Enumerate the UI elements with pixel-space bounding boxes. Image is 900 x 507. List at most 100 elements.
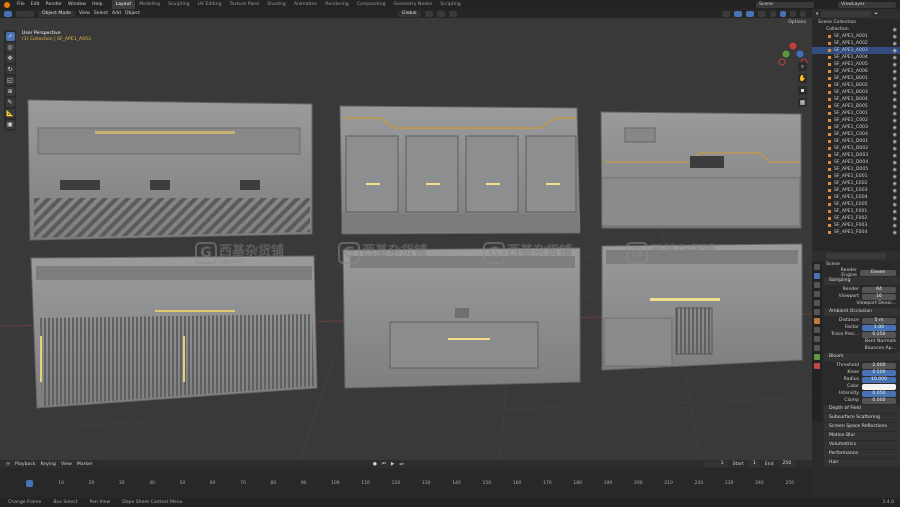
tab-texture-paint[interactable]: Texture Paint bbox=[226, 0, 264, 9]
tool-tab-icon[interactable] bbox=[814, 264, 820, 270]
record-icon[interactable]: ● bbox=[373, 462, 377, 467]
outliner-object-row[interactable]: SF_APE1_F004 ◉ bbox=[812, 229, 900, 236]
section-collapsed[interactable]: Depth of Field bbox=[824, 405, 900, 413]
outliner-object-row[interactable]: SF_APE1_F001 ◉ bbox=[812, 208, 900, 215]
data-tab-icon[interactable] bbox=[814, 354, 820, 360]
bounces-checkbox[interactable]: Bounces Ap... bbox=[865, 346, 896, 351]
scene-tab-icon[interactable] bbox=[814, 300, 820, 306]
menu-file[interactable]: File bbox=[14, 2, 28, 7]
tab-layout[interactable]: Layout bbox=[111, 0, 136, 9]
section-collapsed[interactable]: Screen Space Reflections bbox=[824, 423, 900, 431]
section-bloom[interactable]: Bloom bbox=[824, 353, 900, 361]
shading-material-icon[interactable] bbox=[790, 10, 796, 17]
outliner-object-row[interactable]: SF_APE1_E001 ◉ bbox=[812, 173, 900, 180]
pivot-icon[interactable] bbox=[424, 10, 433, 17]
blender-logo-icon[interactable] bbox=[4, 1, 10, 8]
physics-tab-icon[interactable] bbox=[814, 336, 820, 342]
material-tab-icon[interactable] bbox=[814, 363, 820, 369]
playhead[interactable] bbox=[26, 480, 33, 487]
end-frame-field[interactable]: 250 bbox=[778, 461, 796, 467]
outliner-object-row[interactable]: SF_APE1_B004 ◉ bbox=[812, 96, 900, 103]
scene-selector[interactable]: Scene bbox=[756, 1, 814, 8]
filter-funnel-icon[interactable]: ⏷ bbox=[874, 11, 878, 17]
menu-marker[interactable]: Marker bbox=[77, 462, 93, 467]
visibility-icon[interactable] bbox=[722, 10, 730, 17]
select-mode-icon[interactable] bbox=[16, 10, 34, 17]
bloom-knee-field[interactable]: 0.500 bbox=[862, 369, 896, 376]
render-engine-dropdown[interactable]: Eevee bbox=[860, 269, 896, 276]
tab-uv-editing[interactable]: UV Editing bbox=[194, 0, 226, 9]
current-frame-field[interactable]: 1 bbox=[703, 461, 728, 467]
view-layer-tab-icon[interactable] bbox=[814, 291, 820, 297]
bloom-intensity-field[interactable]: 0.050 bbox=[862, 390, 896, 397]
tab-geometry-nodes[interactable]: Geometry Nodes bbox=[390, 0, 437, 9]
menu-object[interactable]: Object bbox=[125, 11, 140, 16]
orientation-dropdown[interactable]: Global bbox=[397, 10, 421, 17]
menu-render[interactable]: Render bbox=[43, 2, 65, 7]
outliner-object-row[interactable]: SF_APE1_D004 ◉ bbox=[812, 159, 900, 166]
tab-sculpting[interactable]: Sculpting bbox=[164, 0, 193, 9]
outliner-object-row[interactable]: SF_APE1_E004 ◉ bbox=[812, 194, 900, 201]
tab-animation[interactable]: Animation bbox=[290, 0, 321, 9]
bent-normals-checkbox[interactable]: Bent Normals bbox=[865, 339, 896, 344]
bloom-color-swatch[interactable] bbox=[862, 383, 896, 390]
overlay-icon[interactable] bbox=[746, 10, 754, 17]
wall-panel-c1[interactable] bbox=[600, 111, 802, 229]
outliner-object-row[interactable]: SF_APE1_F003 ◉ bbox=[812, 222, 900, 229]
outliner-object-row[interactable]: SF_APE1_A002 ◉ bbox=[812, 40, 900, 47]
output-tab-icon[interactable] bbox=[814, 282, 820, 288]
outliner-object-row[interactable]: SF_APE1_A003 ◉ bbox=[812, 47, 900, 54]
tab-shading[interactable]: Shading bbox=[263, 0, 290, 9]
outliner-object-row[interactable]: SF_APE1_C001 ◉ bbox=[812, 110, 900, 117]
shading-rendered-icon[interactable] bbox=[800, 10, 806, 17]
object-tab-icon[interactable] bbox=[814, 318, 820, 324]
properties-search-input[interactable] bbox=[826, 253, 886, 259]
outliner-filter-icon[interactable]: ▾ bbox=[816, 12, 818, 17]
eye-icon[interactable]: ◉ bbox=[893, 230, 897, 237]
snap-icon[interactable] bbox=[436, 10, 445, 17]
outliner-object-row[interactable]: SF_APE1_C002 ◉ bbox=[812, 117, 900, 124]
outliner-object-row[interactable]: SF_APE1_E005 ◉ bbox=[812, 201, 900, 208]
section-ambient-occlusion[interactable]: Ambient Occlusion bbox=[824, 308, 900, 316]
wall-panel-a2[interactable] bbox=[30, 255, 318, 409]
ao-trace-field[interactable]: 0.250 bbox=[862, 331, 896, 338]
menu-playback[interactable]: Playback bbox=[15, 462, 36, 467]
section-collapsed[interactable]: Volumetrics bbox=[824, 441, 900, 449]
tab-compositing[interactable]: Compositing bbox=[353, 0, 390, 9]
menu-timeline-view[interactable]: View bbox=[61, 462, 72, 467]
tab-scripting[interactable]: Scripting bbox=[436, 0, 464, 9]
scene-collection-row[interactable]: Scene Collection bbox=[812, 19, 900, 26]
constraint-tab-icon[interactable] bbox=[814, 345, 820, 351]
outliner-object-row[interactable]: SF_APE1_D005 ◉ bbox=[812, 166, 900, 173]
section-collapsed[interactable]: Motion Blur bbox=[824, 432, 900, 440]
collection-row[interactable]: Collection ◉ bbox=[812, 26, 900, 33]
jump-end-icon[interactable]: ⏭ bbox=[399, 461, 403, 467]
mode-dropdown[interactable]: Object Mode bbox=[38, 10, 75, 17]
timeline-editor-icon[interactable]: ◷ bbox=[6, 462, 10, 467]
menu-edit[interactable]: Edit bbox=[28, 2, 43, 7]
proportional-icon[interactable] bbox=[448, 10, 457, 17]
outliner-object-row[interactable]: SF_APE1_A005 ◉ bbox=[812, 61, 900, 68]
outliner-object-row[interactable]: SF_APE1_A004 ◉ bbox=[812, 54, 900, 61]
shading-wire-icon[interactable] bbox=[770, 10, 776, 17]
view-layer-selector[interactable]: ViewLayer bbox=[838, 1, 896, 8]
section-collapsed[interactable]: Subsurface Scattering bbox=[824, 414, 900, 422]
xray-icon[interactable] bbox=[758, 10, 766, 17]
world-tab-icon[interactable] bbox=[814, 309, 820, 315]
outliner-object-row[interactable]: SF_APE1_D001 ◉ bbox=[812, 138, 900, 145]
menu-add[interactable]: Add bbox=[112, 11, 121, 16]
section-collapsed[interactable]: Hair bbox=[824, 459, 900, 467]
menu-window[interactable]: Window bbox=[65, 2, 89, 7]
outliner-object-row[interactable]: SF_APE1_B002 ◉ bbox=[812, 82, 900, 89]
start-frame-field[interactable]: 1 bbox=[748, 461, 760, 467]
outliner-search-input[interactable] bbox=[821, 11, 872, 17]
render-samples-field[interactable]: 64 bbox=[862, 286, 896, 293]
wall-panel-b2[interactable] bbox=[342, 247, 581, 389]
outliner-object-row[interactable]: SF_APE1_F002 ◉ bbox=[812, 215, 900, 222]
modifier-tab-icon[interactable] bbox=[814, 327, 820, 333]
bloom-clamp-field[interactable]: 0.000 bbox=[862, 397, 896, 404]
outliner-object-row[interactable]: SF_APE1_B003 ◉ bbox=[812, 89, 900, 96]
section-sampling[interactable]: Sampling bbox=[824, 277, 900, 285]
outliner-object-row[interactable]: SF_APE1_C004 ◉ bbox=[812, 131, 900, 138]
menu-help[interactable]: Help bbox=[89, 2, 105, 7]
